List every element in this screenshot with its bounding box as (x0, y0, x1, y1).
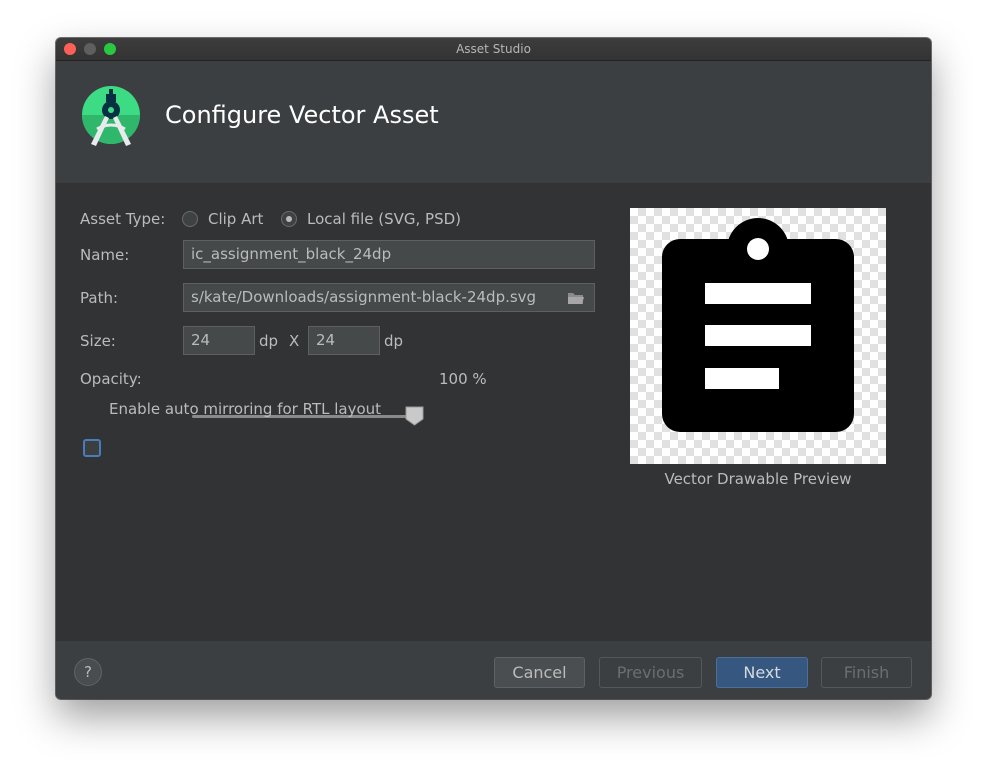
close-window-button[interactable] (64, 43, 76, 55)
path-value: s/kate/Downloads/assignment-black-24dp.s… (191, 288, 537, 306)
name-label: Name: (80, 246, 130, 264)
opacity-slider-thumb[interactable] (405, 406, 424, 426)
cancel-button[interactable]: Cancel (494, 657, 585, 688)
local-file-radio[interactable] (281, 211, 297, 227)
asset-studio-window: Asset Studio Configure Vector Asset Asse… (56, 38, 931, 699)
opacity-value: 100 % (439, 370, 487, 388)
page-title: Configure Vector Asset (165, 101, 439, 129)
auto-mirroring-label[interactable]: Enable auto mirroring for RTL layout (109, 400, 381, 418)
clip-art-radio[interactable] (182, 211, 198, 227)
window-titlebar: Asset Studio (56, 38, 931, 61)
window-title: Asset Studio (456, 42, 531, 56)
minimize-window-button[interactable] (84, 43, 96, 55)
wizard-footer: ? Cancel Previous Next Finish (56, 640, 931, 699)
height-input[interactable]: 24 (308, 326, 380, 355)
width-input[interactable]: 24 (183, 326, 255, 355)
next-button[interactable]: Next (716, 657, 808, 688)
wizard-content: Asset Type: Clip Art Local file (SVG, PS… (56, 184, 931, 640)
asset-type-label: Asset Type: (80, 210, 166, 228)
width-unit-label: dp (259, 332, 279, 350)
vector-preview (630, 208, 886, 464)
android-studio-icon (82, 86, 140, 146)
clip-art-radio-label[interactable]: Clip Art (208, 210, 263, 228)
assignment-icon (662, 218, 854, 432)
finish-button[interactable]: Finish (821, 657, 912, 688)
auto-mirroring-checkbox[interactable] (83, 439, 101, 457)
previous-button[interactable]: Previous (599, 657, 702, 688)
local-file-radio-label[interactable]: Local file (SVG, PSD) (307, 210, 461, 228)
height-unit-label: dp (384, 332, 404, 350)
preview-caption: Vector Drawable Preview (664, 470, 852, 488)
path-input[interactable]: s/kate/Downloads/assignment-black-24dp.s… (183, 283, 595, 312)
path-label: Path: (80, 289, 119, 307)
size-separator: X (289, 332, 300, 350)
zoom-window-button[interactable] (104, 43, 116, 55)
name-input[interactable]: ic_assignment_black_24dp (183, 240, 595, 269)
folder-icon[interactable] (567, 291, 585, 305)
opacity-label: Opacity: (80, 370, 142, 388)
size-label: Size: (80, 332, 116, 350)
wizard-header: Configure Vector Asset (56, 61, 931, 184)
help-button[interactable]: ? (74, 658, 102, 686)
